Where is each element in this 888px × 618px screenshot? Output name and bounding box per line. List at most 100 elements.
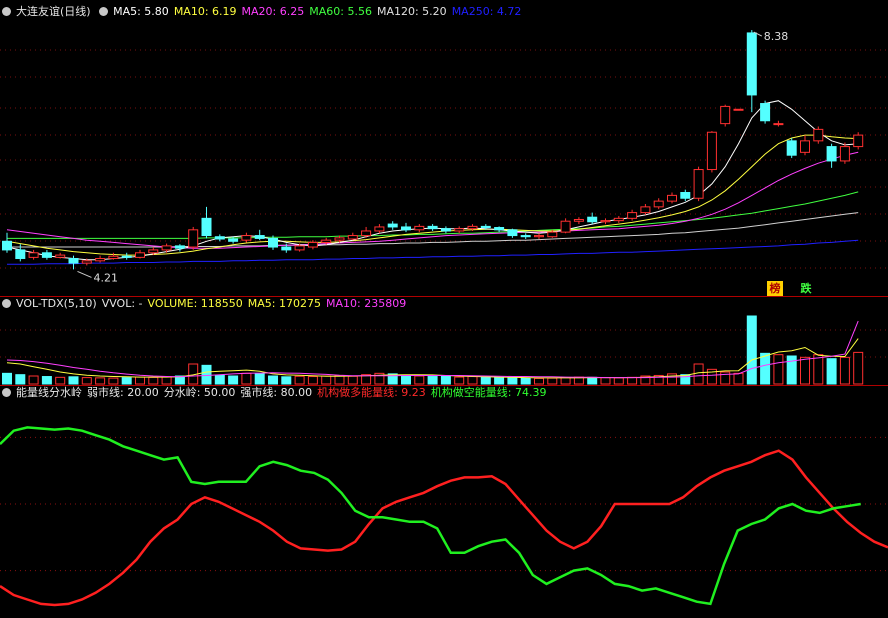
volume-bar [600, 377, 611, 385]
vol-ma10-label: MA10: 235809 [326, 297, 407, 310]
stock-name: 大连友谊(日线) [16, 5, 91, 18]
volume-bar [440, 375, 451, 385]
candle-body [108, 255, 119, 260]
candle-body [268, 237, 278, 248]
short-energy-label: 机构做空能量线: 74.39 [430, 386, 547, 399]
candle-body [294, 245, 305, 251]
short-energy-line [0, 426, 861, 606]
settings-circle-icon[interactable] [2, 7, 11, 16]
volume-bar [746, 315, 757, 385]
volume-bar [68, 376, 79, 385]
volume-bar [241, 372, 252, 385]
candle-body [148, 249, 159, 254]
low-price-label: 4.21 [94, 271, 119, 284]
candle-body [587, 216, 598, 223]
volume-bar [161, 376, 172, 385]
candle-body [81, 260, 92, 264]
candle-body [95, 258, 106, 262]
candle-body [347, 235, 358, 240]
volume-label: VOLUME: 118550 [147, 297, 243, 310]
ma-settings-circle-icon[interactable] [99, 7, 109, 16]
candle-body [720, 105, 731, 125]
candle-body [55, 254, 66, 258]
volume-bar [2, 372, 12, 385]
dragon-tiger-list-tag[interactable]: 榜 [767, 281, 783, 296]
ma120-label: MA120: 5.20 [376, 5, 447, 18]
candle-body [667, 194, 677, 202]
volume-bar [201, 364, 212, 385]
vol-ma5-line [6, 338, 859, 379]
volume-bar [800, 356, 810, 385]
volume-bar [826, 358, 837, 385]
volume-bar [560, 377, 571, 385]
candle-body [600, 220, 611, 223]
ma5-label: MA5: 5.80 [113, 5, 169, 18]
volume-bar [760, 352, 771, 385]
candle-body [321, 239, 332, 243]
candle-body [706, 131, 717, 171]
candle-body [573, 218, 584, 222]
candle-body [427, 225, 438, 230]
candle-body [853, 134, 864, 148]
volume-bar [95, 377, 106, 385]
volume-bar [627, 376, 638, 385]
volume-bar [228, 375, 239, 385]
candle-body [547, 231, 558, 238]
candle-body [680, 192, 691, 199]
candle-body [534, 235, 544, 238]
volume-bar [613, 377, 624, 385]
long-energy-line [0, 449, 888, 607]
candle-body [281, 246, 292, 251]
volume-bar [839, 356, 850, 385]
strong-line-label: 强市线: 80.00 [240, 386, 313, 399]
candle-body [241, 235, 252, 241]
volume-bar [773, 354, 784, 385]
volume-bar [587, 376, 598, 385]
weak-line-label: 弱市线: 20.00 [87, 386, 159, 399]
volume-bar [307, 376, 318, 385]
candle-body [560, 220, 571, 233]
indicator-legend: 能量线分水岭 弱市线: 20.00 分水岭: 50.00 强市线: 80.00 机构做多… [2, 385, 552, 401]
candle-body [2, 240, 12, 251]
divide-line-label: 分水岭: 50.00 [163, 386, 236, 399]
drop-tag[interactable]: 跌 [798, 281, 814, 296]
ind-settings-circle-icon[interactable] [2, 388, 11, 397]
volume-bar [534, 377, 544, 385]
ma60-line [7, 191, 859, 239]
candle-body [201, 217, 212, 237]
volume-bar [467, 376, 478, 385]
ma60-label: MA60: 5.56 [309, 5, 372, 18]
long-energy-label: 机构做多能量线: 9.23 [317, 386, 426, 399]
volume-bar [108, 377, 119, 385]
volume-bar [454, 376, 465, 385]
candle-body [480, 225, 491, 229]
volume-bar [693, 363, 704, 385]
volume-bar [813, 354, 824, 385]
candle-body [188, 229, 199, 248]
volume-legend: VOL-TDX(5,10) VVOL: - VOLUME: 118550 MA5: 1… [2, 296, 411, 312]
volume-bar [254, 373, 265, 385]
volume-bar [494, 377, 505, 385]
candle-body [174, 245, 185, 249]
volume-bar [55, 376, 66, 385]
main-legend: 大连友谊(日线) MA5: 5.80 MA10: 6.19 MA20: 6.25 MA… [2, 4, 526, 20]
volume-bar [347, 375, 358, 385]
candle-body [161, 245, 172, 251]
candle-body [15, 249, 26, 260]
ind-name: 能量线分水岭 [16, 386, 82, 399]
volume-bar [268, 375, 278, 385]
candle-body [68, 258, 79, 264]
candle-body [307, 241, 318, 248]
vol-settings-circle-icon[interactable] [2, 299, 11, 308]
candle-body [374, 226, 385, 232]
volume-bar [81, 377, 92, 385]
ma20-label: MA20: 6.25 [241, 5, 305, 18]
candle-body [693, 169, 704, 199]
volume-bar [294, 375, 305, 385]
volume-bar [507, 377, 518, 385]
volume-bar [401, 374, 411, 385]
candle-body [214, 236, 225, 240]
volume-bar [148, 376, 159, 385]
volume-bar [15, 374, 26, 385]
candle-body [826, 146, 837, 162]
